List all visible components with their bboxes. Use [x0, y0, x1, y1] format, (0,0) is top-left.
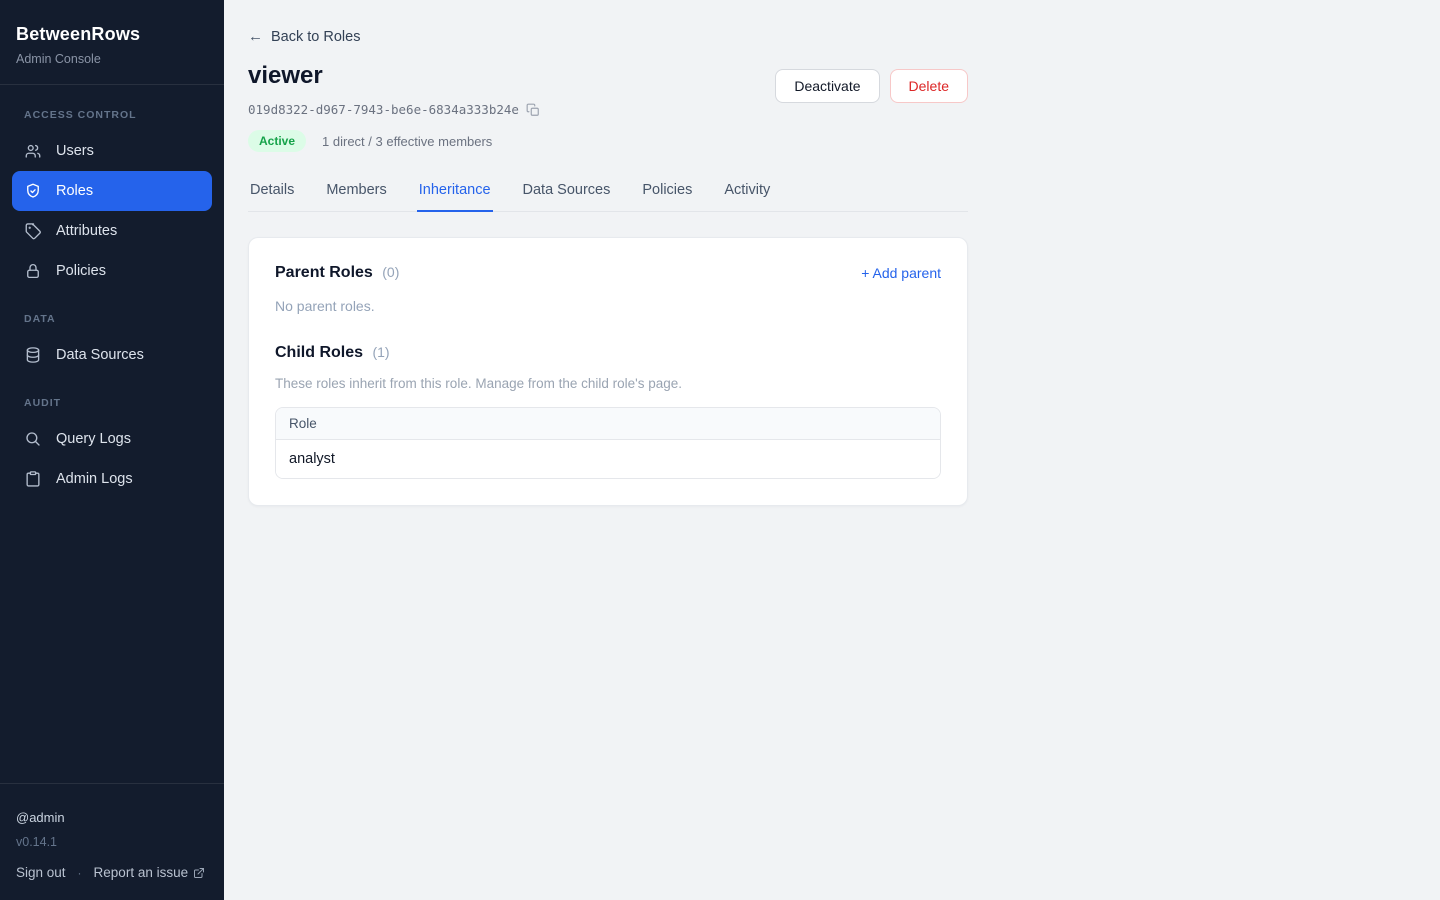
back-link-label: Back to Roles: [271, 29, 360, 45]
sidebar-item-admin-logs[interactable]: Admin Logs: [12, 459, 212, 499]
sidebar-item-label: Users: [56, 143, 94, 159]
add-parent-button[interactable]: + Add parent: [861, 265, 941, 281]
sign-out-link[interactable]: Sign out: [16, 865, 66, 880]
users-icon: [24, 142, 42, 160]
child-roles-description: These roles inherit from this role. Mana…: [275, 376, 941, 391]
parent-roles-count: (0): [382, 264, 399, 280]
child-roles-count: (1): [372, 344, 389, 360]
sidebar-item-label: Admin Logs: [56, 471, 133, 487]
tab-activity[interactable]: Activity: [722, 176, 772, 212]
clipboard-icon: [24, 470, 42, 488]
sidebar-item-users[interactable]: Users: [12, 131, 212, 171]
sidebar-nav: ACCESS CONTROL Users Roles Attributes Po…: [0, 85, 224, 499]
database-icon: [24, 346, 42, 364]
delete-button[interactable]: Delete: [890, 69, 968, 103]
members-summary: 1 direct / 3 effective members: [322, 134, 492, 149]
report-issue-label: Report an issue: [94, 865, 189, 880]
shield-check-icon: [24, 182, 42, 200]
sidebar-item-query-logs[interactable]: Query Logs: [12, 419, 212, 459]
lock-icon: [24, 262, 42, 280]
brand-block: BetweenRows Admin Console: [0, 0, 224, 84]
parent-roles-empty-text: No parent roles.: [275, 298, 941, 314]
sidebar-item-label: Query Logs: [56, 431, 131, 447]
page-title: viewer: [248, 62, 540, 90]
tab-data-sources[interactable]: Data Sources: [521, 176, 613, 212]
tag-icon: [24, 222, 42, 240]
sidebar-item-policies[interactable]: Policies: [12, 251, 212, 291]
child-roles-title: Child Roles: [275, 344, 363, 361]
current-user: @admin: [16, 810, 208, 825]
role-tabs: Details Members Inheritance Data Sources…: [248, 176, 968, 212]
sidebar-item-attributes[interactable]: Attributes: [12, 211, 212, 251]
child-roles-heading: Child Roles (1): [275, 344, 390, 362]
parent-roles-heading: Parent Roles (0): [275, 264, 399, 282]
tab-policies[interactable]: Policies: [640, 176, 694, 212]
external-link-icon: [193, 867, 205, 879]
status-badge: Active: [248, 130, 306, 152]
parent-roles-title: Parent Roles: [275, 264, 373, 281]
sidebar-item-label: Data Sources: [56, 347, 144, 363]
sidebar-item-label: Policies: [56, 263, 106, 279]
tab-members[interactable]: Members: [324, 176, 388, 212]
nav-section-audit: AUDIT: [0, 385, 224, 419]
role-header: viewer 019d8322-d967-7943-be6e-6834a333b…: [248, 62, 540, 152]
main-content: ← Back to Roles viewer 019d8322-d967-794…: [224, 0, 1440, 900]
app-version: v0.14.1: [16, 835, 208, 849]
nav-section-data: DATA: [0, 301, 224, 335]
sidebar-item-label: Attributes: [56, 223, 117, 239]
app-title: BetweenRows: [16, 24, 208, 45]
back-arrow-icon: ←: [248, 28, 263, 45]
nav-section-access-control: ACCESS CONTROL: [0, 97, 224, 131]
tab-inheritance[interactable]: Inheritance: [417, 176, 493, 212]
back-to-roles-link[interactable]: ← Back to Roles: [248, 28, 360, 45]
sidebar-item-data-sources[interactable]: Data Sources: [12, 335, 212, 375]
sidebar: BetweenRows Admin Console ACCESS CONTROL…: [0, 0, 224, 900]
child-roles-table: Role analyst: [275, 407, 941, 479]
sidebar-footer: @admin v0.14.1 Sign out · Report an issu…: [0, 784, 224, 900]
search-icon: [24, 430, 42, 448]
tab-details[interactable]: Details: [248, 176, 296, 212]
copy-icon[interactable]: [526, 103, 540, 117]
role-uuid: 019d8322-d967-7943-be6e-6834a333b24e: [248, 102, 519, 117]
sidebar-item-label: Roles: [56, 183, 93, 199]
report-issue-link[interactable]: Report an issue: [94, 865, 206, 880]
table-column-role: Role: [276, 408, 940, 440]
footer-separator: ·: [78, 866, 82, 880]
app-subtitle: Admin Console: [16, 52, 208, 66]
table-row[interactable]: analyst: [276, 440, 940, 478]
inheritance-panel: Parent Roles (0) + Add parent No parent …: [248, 237, 968, 506]
sidebar-item-roles[interactable]: Roles: [12, 171, 212, 211]
deactivate-button[interactable]: Deactivate: [775, 69, 879, 103]
